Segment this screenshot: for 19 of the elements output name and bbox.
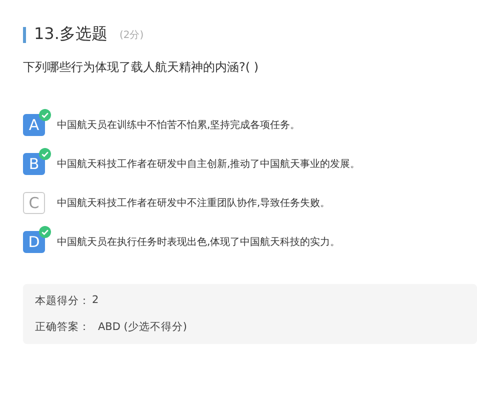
option-letter[interactable]: C bbox=[23, 192, 45, 214]
option-text: 中国航天员在执行任务时表现出色,体现了中国航天科技的实力。 bbox=[57, 236, 340, 249]
option-letter[interactable]: D bbox=[23, 231, 45, 253]
option-letter[interactable]: B bbox=[23, 153, 45, 175]
check-icon bbox=[39, 148, 51, 160]
option-text: 中国航天科技工作者在研发中不注重团队协作,导致任务失败。 bbox=[57, 196, 330, 210]
score-value: 2 bbox=[92, 294, 99, 308]
question-title: 13.多选题 bbox=[34, 24, 108, 45]
option-text: 中国航天员在训练中不怕苦不怕累,坚持完成各项任务。 bbox=[57, 118, 300, 132]
answer-value: ABD (少选不得分) bbox=[98, 320, 188, 334]
title-accent-bar bbox=[23, 26, 26, 42]
question-text: 下列哪些行为体现了载人航天精神的内涵?( ) bbox=[23, 59, 260, 76]
check-icon bbox=[39, 109, 51, 121]
answer-label: 正确答案： bbox=[35, 320, 90, 334]
score-label: 本题得分： bbox=[35, 294, 90, 308]
points-label: (2分) bbox=[119, 28, 144, 42]
option-text: 中国航天科技工作者在研发中自主创新,推动了中国航天事业的发展。 bbox=[57, 158, 360, 171]
option-letter[interactable]: A bbox=[23, 114, 45, 136]
check-icon bbox=[39, 226, 51, 238]
